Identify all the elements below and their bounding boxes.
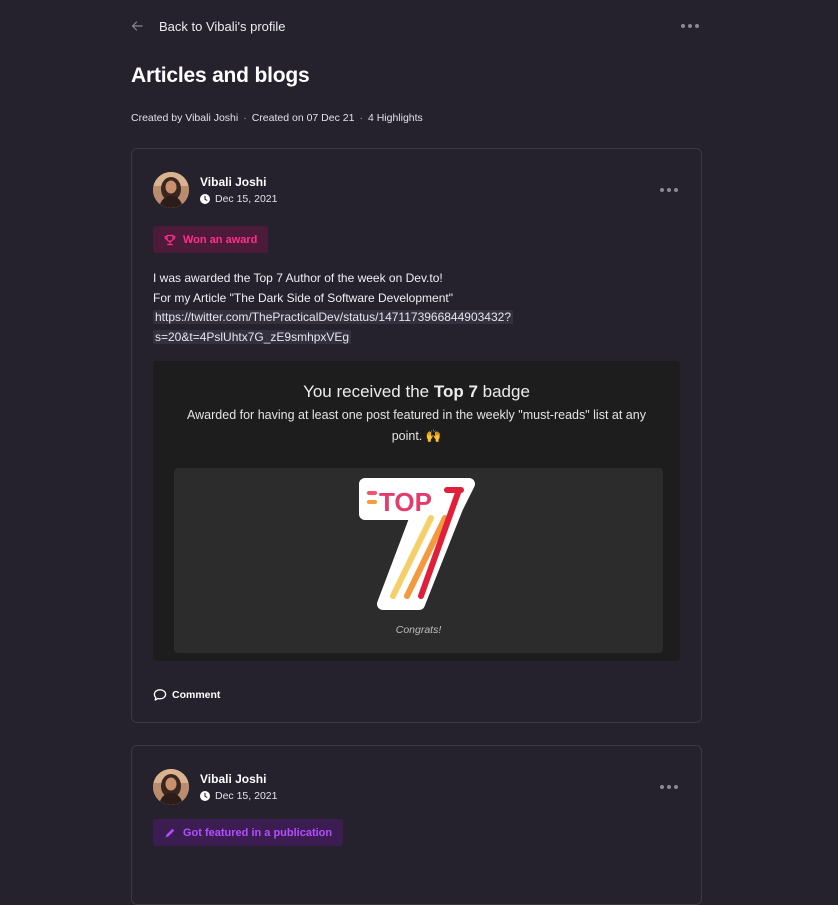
meta-separator: · [359, 112, 363, 124]
top-bar: Back to Vibali's profile [131, 16, 701, 36]
comment-button[interactable]: Comment [153, 688, 220, 702]
clock-icon [200, 194, 210, 204]
clock-icon [200, 791, 210, 801]
created-by: Created by Vibali Joshi [131, 112, 239, 124]
embed-title: You received the Top 7 badge [303, 382, 530, 401]
author-name[interactable]: Vibali Joshi [200, 772, 277, 786]
author-name[interactable]: Vibali Joshi [200, 175, 277, 189]
post-link[interactable]: https://twitter.com/ThePracticalDev/stat… [153, 310, 513, 324]
trophy-icon [164, 234, 176, 245]
pen-icon [165, 828, 175, 837]
collection-meta: Created by Vibali Joshi · Created on 07 … [131, 112, 423, 124]
card-more-options-icon[interactable] [658, 781, 680, 793]
post-date: Dec 15, 2021 [215, 193, 278, 205]
badge-label: Won an award [183, 233, 258, 246]
back-label: Back to Vibali's profile [159, 18, 286, 34]
badge-label: Got featured in a publication [183, 826, 333, 839]
post-text-line: I was awarded the Top 7 Author of the we… [153, 271, 443, 285]
highlights-count: 4 Highlights [367, 112, 423, 124]
meta-separator: · [243, 112, 247, 124]
post-text-line: For my Article "The Dark Side of Softwar… [153, 290, 453, 305]
badge-panel: TOP Congrats! [174, 468, 663, 653]
highlight-card: Vibali Joshi Dec 15, 2021 Won an award I… [131, 148, 702, 723]
publication-badge: Got featured in a publication [153, 819, 344, 846]
card-header: Vibali Joshi Dec 15, 2021 [153, 767, 680, 807]
badge-text: TOP [379, 487, 432, 517]
back-to-profile-link[interactable]: Back to Vibali's profile [131, 19, 286, 34]
comment-icon [153, 689, 167, 701]
avatar-image [153, 769, 189, 805]
arrow-left-icon [131, 21, 143, 31]
award-badge: Won an award [153, 226, 269, 253]
comment-label: Comment [172, 689, 221, 701]
page-more-options-icon[interactable] [679, 20, 701, 32]
created-on: Created on 07 Dec 21 [251, 112, 355, 124]
highlight-card: Vibali Joshi Dec 15, 2021 Got featured i… [131, 745, 702, 905]
top7-badge-icon: TOP [359, 478, 475, 610]
avatar[interactable] [153, 172, 189, 208]
avatar[interactable] [153, 769, 189, 805]
embed-caption: Congrats! [395, 624, 442, 636]
embed-subtitle: Awarded for having at least one post fea… [187, 408, 646, 443]
embedded-image: You received the Top 7 badge Awarded for… [153, 361, 680, 661]
card-more-options-icon[interactable] [658, 184, 680, 196]
page-title: Articles and blogs [131, 64, 310, 87]
post-body: I was awarded the Top 7 Author of the we… [153, 269, 553, 347]
card-header: Vibali Joshi Dec 15, 2021 [153, 170, 680, 210]
avatar-image [153, 172, 189, 208]
post-date: Dec 15, 2021 [215, 790, 278, 802]
post-link[interactable]: s=20&t=4PslUhtx7G_zE9smhpxVEg [153, 329, 352, 344]
